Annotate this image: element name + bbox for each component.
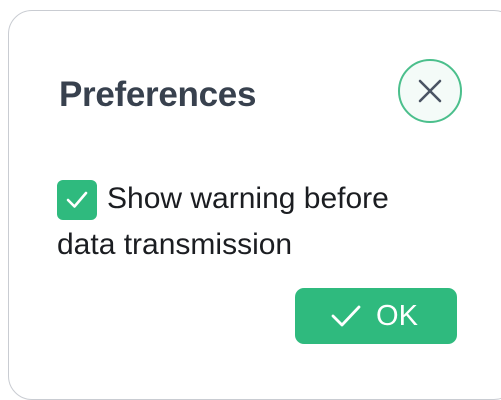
dialog-title: Preferences <box>59 75 257 114</box>
preferences-dialog: Preferences Show warning before data tra… <box>8 10 501 400</box>
ok-button[interactable]: OK <box>295 288 457 344</box>
ok-button-label: OK <box>376 299 418 332</box>
close-button[interactable] <box>398 59 462 123</box>
close-icon <box>418 79 442 103</box>
show-warning-option[interactable]: Show warning before data transmission <box>57 176 437 268</box>
checkmark-icon <box>331 305 361 327</box>
checkmark-icon <box>66 191 88 208</box>
show-warning-checkbox[interactable] <box>57 180 97 220</box>
show-warning-label[interactable]: Show warning before data transmission <box>57 176 437 268</box>
